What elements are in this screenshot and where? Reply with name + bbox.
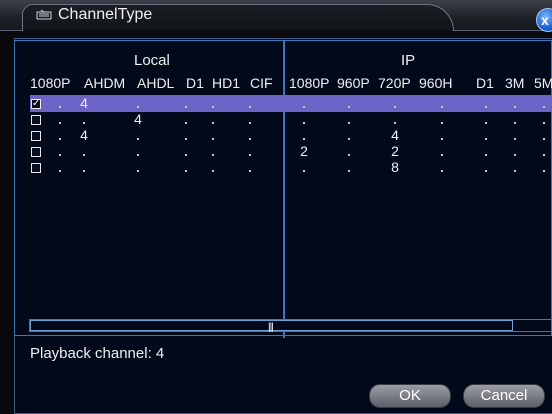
selected-row-highlight — [30, 95, 552, 112]
ip-empty-cell[interactable] — [514, 170, 516, 172]
ip-cell[interactable]: 2 — [385, 143, 405, 159]
cancel-button[interactable]: Cancel — [463, 384, 545, 408]
ip-empty-cell[interactable] — [348, 138, 350, 140]
col-ip-720p: 720P — [378, 75, 411, 91]
ip-empty-cell[interactable] — [514, 154, 516, 156]
ok-button[interactable]: OK — [369, 384, 451, 408]
row-checkbox[interactable] — [31, 163, 41, 173]
local-empty-cell[interactable] — [249, 106, 251, 108]
ip-empty-cell[interactable] — [348, 106, 350, 108]
ip-empty-cell[interactable] — [303, 138, 305, 140]
col-local-cif: CIF — [250, 75, 273, 91]
scrollbar-grip-icon: ||| — [268, 322, 274, 333]
ip-empty-cell[interactable] — [543, 154, 545, 156]
row-checkbox[interactable] — [31, 115, 41, 125]
local-cell[interactable]: 4 — [128, 111, 148, 127]
local-empty-cell[interactable] — [83, 170, 85, 172]
col-local-1080p: 1080P — [30, 75, 71, 91]
local-empty-cell[interactable] — [212, 138, 214, 140]
ip-empty-cell[interactable] — [441, 138, 443, 140]
col-ip-3m: 3M — [505, 75, 525, 91]
row-checkbox[interactable]: ✓ — [31, 99, 41, 109]
ip-empty-cell[interactable] — [348, 170, 350, 172]
ip-empty-cell[interactable] — [441, 170, 443, 172]
local-empty-cell[interactable] — [185, 170, 187, 172]
ip-empty-cell[interactable] — [303, 170, 305, 172]
ip-empty-cell[interactable] — [394, 122, 396, 124]
col-ip-d1: D1 — [476, 75, 494, 91]
playback-channel: Playback channel: 4 — [30, 345, 165, 362]
col-local-ahdl: AHDL — [137, 75, 175, 91]
local-empty-cell[interactable] — [185, 106, 187, 108]
ip-empty-cell[interactable] — [543, 170, 545, 172]
ip-empty-cell[interactable] — [485, 154, 487, 156]
local-empty-cell[interactable] — [59, 154, 61, 156]
local-empty-cell[interactable] — [249, 122, 251, 124]
col-local-d1: D1 — [186, 75, 204, 91]
ip-empty-cell[interactable] — [485, 138, 487, 140]
ip-empty-cell[interactable] — [543, 106, 545, 108]
ip-empty-cell[interactable] — [441, 154, 443, 156]
ip-group-header: IP — [401, 52, 416, 69]
local-empty-cell[interactable] — [212, 122, 214, 124]
local-cell[interactable]: 4 — [74, 127, 94, 143]
local-empty-cell[interactable] — [212, 154, 214, 156]
window-title: ChannelType — [58, 6, 153, 23]
local-empty-cell[interactable] — [59, 106, 61, 108]
ip-empty-cell[interactable] — [485, 106, 487, 108]
local-empty-cell[interactable] — [185, 154, 187, 156]
local-empty-cell[interactable] — [83, 154, 85, 156]
ip-empty-cell[interactable] — [514, 122, 516, 124]
ip-empty-cell[interactable] — [485, 122, 487, 124]
row-checkbox[interactable] — [31, 147, 41, 157]
ip-empty-cell[interactable] — [543, 122, 545, 124]
local-empty-cell[interactable] — [212, 106, 214, 108]
ip-empty-cell[interactable] — [514, 138, 516, 140]
ip-empty-cell[interactable] — [543, 138, 545, 140]
ip-empty-cell[interactable] — [394, 106, 396, 108]
local-empty-cell[interactable] — [59, 170, 61, 172]
local-empty-cell[interactable] — [185, 122, 187, 124]
ip-cell[interactable]: 4 — [385, 127, 405, 143]
local-empty-cell[interactable] — [249, 138, 251, 140]
row-checkbox[interactable] — [31, 131, 41, 141]
ip-empty-cell[interactable] — [348, 122, 350, 124]
local-empty-cell[interactable] — [83, 122, 85, 124]
local-empty-cell[interactable] — [249, 154, 251, 156]
local-empty-cell[interactable] — [185, 138, 187, 140]
ip-empty-cell[interactable] — [441, 122, 443, 124]
local-group-header: Local — [134, 52, 170, 69]
channel-type-icon — [36, 9, 52, 20]
local-empty-cell[interactable] — [212, 170, 214, 172]
local-empty-cell[interactable] — [137, 138, 139, 140]
local-cell[interactable]: 4 — [74, 95, 94, 111]
ip-empty-cell[interactable] — [303, 122, 305, 124]
ip-cell[interactable]: 8 — [385, 159, 405, 175]
col-ip-1080p: 1080P — [289, 75, 330, 91]
col-local-ahdm: AHDM — [84, 75, 126, 91]
ip-cell[interactable]: 2 — [294, 143, 314, 159]
local-empty-cell[interactable] — [59, 122, 61, 124]
col-local-hd1: HD1 — [212, 75, 241, 91]
local-empty-cell[interactable] — [137, 154, 139, 156]
col-ip-960p: 960P — [337, 75, 370, 91]
local-empty-cell[interactable] — [249, 170, 251, 172]
local-ip-divider — [283, 40, 285, 338]
col-ip-960h: 960H — [419, 75, 453, 91]
local-empty-cell[interactable] — [137, 170, 139, 172]
ip-empty-cell[interactable] — [514, 106, 516, 108]
ip-empty-cell[interactable] — [303, 106, 305, 108]
ip-empty-cell[interactable] — [348, 154, 350, 156]
col-ip-5m: 5M — [534, 75, 552, 91]
ip-empty-cell[interactable] — [441, 106, 443, 108]
ip-empty-cell[interactable] — [485, 170, 487, 172]
local-empty-cell[interactable] — [59, 138, 61, 140]
local-empty-cell[interactable] — [137, 106, 139, 108]
